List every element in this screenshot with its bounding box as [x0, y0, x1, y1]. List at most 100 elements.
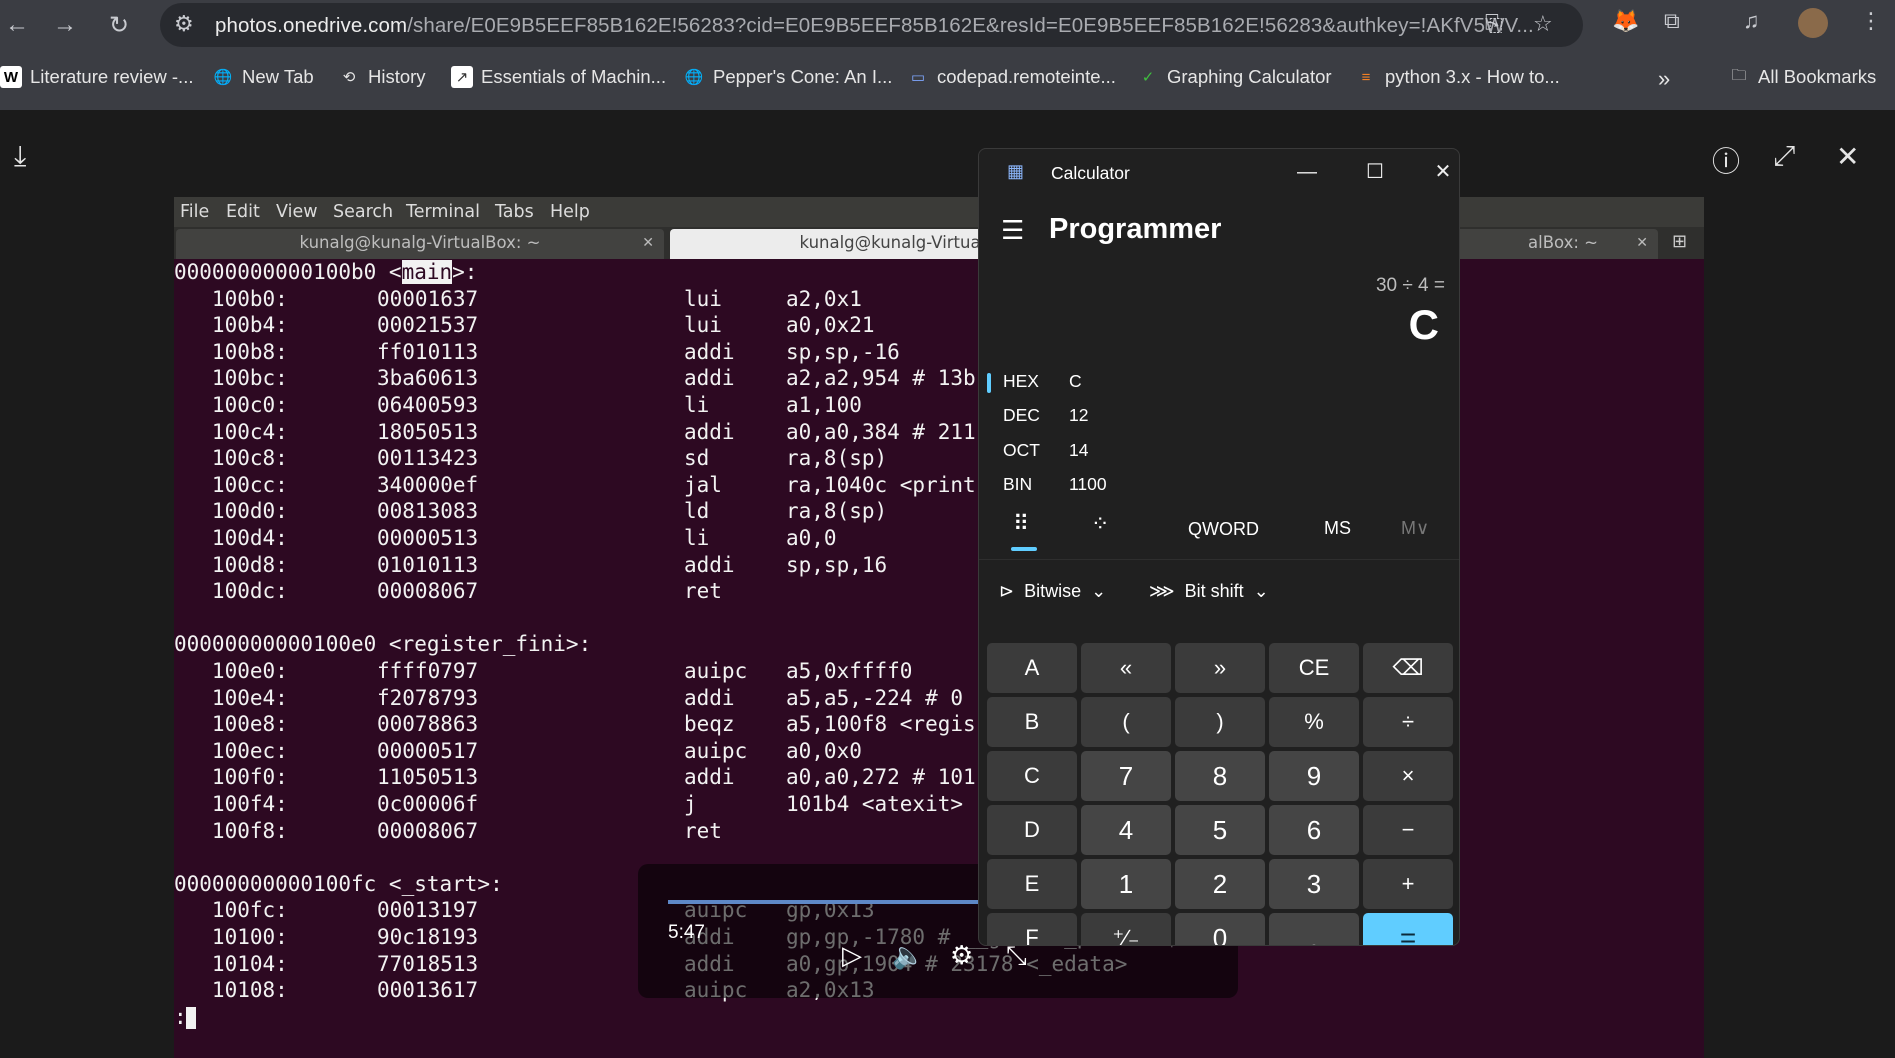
- menu-terminal[interactable]: Terminal: [406, 202, 480, 222]
- key-2[interactable]: 2: [1175, 859, 1265, 909]
- minimize-icon[interactable]: —: [1287, 157, 1327, 187]
- bitshift-dropdown[interactable]: ⋙ Bit shift ⌄: [1149, 581, 1269, 602]
- key-7[interactable]: 7: [1081, 751, 1171, 801]
- key-backspace[interactable]: ⌫: [1363, 643, 1453, 693]
- key-decimal[interactable]: .: [1269, 913, 1359, 945]
- install-app-icon[interactable]: ⎘: [1485, 11, 1503, 37]
- key-5[interactable]: 5: [1175, 805, 1265, 855]
- menu-file[interactable]: File: [180, 202, 209, 222]
- key-0[interactable]: 0: [1175, 913, 1265, 945]
- key-6[interactable]: 6: [1269, 805, 1359, 855]
- terminal-args: 101b4 <atexit>: [786, 792, 964, 816]
- info-icon[interactable]: ⓘ: [1712, 140, 1740, 180]
- bookmark-item[interactable]: ↗ Essentials of Machin...: [451, 66, 666, 88]
- radix-oct[interactable]: OCT 14: [1003, 436, 1403, 466]
- bookmark-item[interactable]: ⟲ History: [338, 66, 426, 88]
- chart-icon: ↗: [451, 66, 473, 88]
- menu-help[interactable]: Help: [550, 202, 590, 222]
- radix-bin[interactable]: BIN 1100: [1003, 470, 1403, 500]
- bookmark-star-icon[interactable]: ☆: [1533, 11, 1553, 37]
- menu-view[interactable]: View: [276, 202, 318, 222]
- back-icon[interactable]: ←: [0, 8, 34, 42]
- close-viewer-icon[interactable]: ✕: [1836, 140, 1859, 173]
- terminal-args: a5,a5,-224 # 0: [786, 685, 964, 710]
- terminal-addr: 100c8:: [174, 446, 288, 471]
- menu-edit[interactable]: Edit: [226, 202, 260, 222]
- url-text[interactable]: photos.onedrive.com/share/E0E9B5EEF85B16…: [215, 14, 1534, 38]
- key-shift-right[interactable]: »: [1175, 643, 1265, 693]
- key-4[interactable]: 4: [1081, 805, 1171, 855]
- key-d[interactable]: D: [987, 805, 1077, 855]
- key-8[interactable]: 8: [1175, 751, 1265, 801]
- reload-icon[interactable]: ↻: [102, 8, 136, 42]
- key-shift-left[interactable]: «: [1081, 643, 1171, 693]
- full-keypad-icon[interactable]: ⠿: [1013, 511, 1029, 551]
- bookmark-item[interactable]: ▭ codepad.remoteinte...: [907, 66, 1116, 88]
- close-tab-icon[interactable]: ✕: [1636, 229, 1648, 257]
- terminal-tab[interactable]: kunalg@kunalg-VirtualBox: ~ ✕: [176, 229, 664, 259]
- key-f[interactable]: F: [987, 913, 1077, 945]
- key-close-paren[interactable]: ): [1175, 697, 1265, 747]
- key-subtract[interactable]: −: [1363, 805, 1453, 855]
- memory-store-button[interactable]: MS: [1324, 518, 1351, 558]
- maximize-icon[interactable]: ☐: [1355, 157, 1395, 187]
- key-equals[interactable]: =: [1363, 913, 1453, 945]
- key-3[interactable]: 3: [1269, 859, 1359, 909]
- terminal-tabs: kunalg@kunalg-VirtualBox: ~ ✕ kunalg@kuna…: [174, 227, 1704, 259]
- menu-tabs[interactable]: Tabs: [495, 202, 534, 222]
- terminal-hex: 01010113: [377, 552, 479, 577]
- kebab-menu-icon[interactable]: ⋮: [1860, 8, 1882, 34]
- media-control-icon[interactable]: ♫: [1743, 8, 1760, 34]
- key-add[interactable]: +: [1363, 859, 1453, 909]
- stackoverflow-icon: ≡: [1361, 68, 1371, 86]
- key-a[interactable]: A: [987, 643, 1077, 693]
- profile-avatar[interactable]: [1798, 8, 1828, 38]
- play-icon[interactable]: ▷: [842, 940, 862, 971]
- all-bookmarks-button[interactable]: 🗀 All Bookmarks: [1728, 66, 1876, 88]
- key-divide[interactable]: ÷: [1363, 697, 1453, 747]
- fullscreen-icon[interactable]: ⤢: [1773, 140, 1795, 173]
- divider: [979, 559, 1459, 560]
- radix-dec[interactable]: DEC 12: [1003, 401, 1403, 431]
- close-tab-icon[interactable]: ✕: [642, 229, 654, 257]
- bookmark-item[interactable]: ✓ Graphing Calculator: [1137, 66, 1332, 88]
- bookmark-item[interactable]: 🌐 Pepper's Cone: An I...: [683, 66, 893, 88]
- bookmark-item[interactable]: 🌐 New Tab: [212, 66, 314, 88]
- hamburger-menu-icon[interactable]: ☰: [1001, 215, 1024, 246]
- key-percent[interactable]: %: [1269, 697, 1359, 747]
- key-e[interactable]: E: [987, 859, 1077, 909]
- key-multiply[interactable]: ×: [1363, 751, 1453, 801]
- word-size-button[interactable]: QWORD: [1188, 519, 1259, 559]
- key-9[interactable]: 9: [1269, 751, 1359, 801]
- key-clear-entry[interactable]: CE: [1269, 643, 1359, 693]
- memory-view-button[interactable]: M∨: [1401, 518, 1429, 558]
- extensions-icon[interactable]: ⧉: [1664, 8, 1680, 34]
- volume-icon[interactable]: 🔈: [892, 940, 924, 971]
- key-negate[interactable]: ⁺∕₋: [1081, 913, 1171, 945]
- terminal-args: a2,0x1: [786, 286, 862, 311]
- bookmarks-overflow-button[interactable]: »: [1658, 66, 1670, 92]
- bookmark-item[interactable]: ≡ python 3.x - How to...: [1355, 66, 1560, 88]
- terminal-addr: 00000000000100b0 <main>:: [174, 259, 477, 285]
- settings-icon[interactable]: ⚙: [950, 940, 973, 971]
- bitwise-dropdown[interactable]: ⊳ Bitwise ⌄: [999, 581, 1106, 602]
- bit-toggle-keypad-icon[interactable]: ⁘: [1091, 511, 1109, 551]
- key-c[interactable]: C: [987, 751, 1077, 801]
- bookmark-item[interactable]: W Literature review -...: [0, 66, 193, 88]
- address-bar[interactable]: ⚙ photos.onedrive.com/share/E0E9B5EEF85B…: [160, 3, 1583, 47]
- terminal-args: ra,1040c <print: [786, 472, 976, 497]
- menu-search[interactable]: Search: [333, 202, 393, 222]
- calculator-titlebar[interactable]: ▦ Calculator — ☐ ✕: [979, 149, 1459, 193]
- radix-hex[interactable]: HEX C: [987, 367, 1403, 397]
- close-icon[interactable]: ✕: [1423, 157, 1459, 187]
- new-tab-icon[interactable]: ⊞: [1672, 231, 1687, 252]
- metamask-icon[interactable]: 🦊: [1612, 8, 1639, 34]
- key-open-paren[interactable]: (: [1081, 697, 1171, 747]
- forward-icon[interactable]: →: [48, 8, 82, 42]
- key-b[interactable]: B: [987, 697, 1077, 747]
- site-settings-icon[interactable]: ⚙: [174, 11, 194, 37]
- download-icon[interactable]: ⤓: [14, 140, 26, 173]
- key-1[interactable]: 1: [1081, 859, 1171, 909]
- terminal-hex: 340000ef: [377, 472, 479, 497]
- desmos-icon: ✓: [1141, 69, 1155, 86]
